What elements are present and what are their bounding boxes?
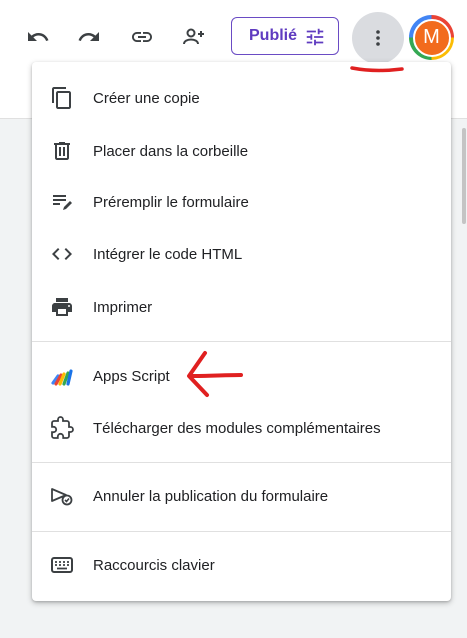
menu-item-addons[interactable]: Télécharger des modules complémentaires — [32, 406, 451, 450]
menu-item-trash[interactable]: Placer dans la corbeille — [32, 129, 451, 173]
menu-item-label: Raccourcis clavier — [93, 556, 215, 574]
menu-item-embed-html[interactable]: Intégrer le code HTML — [32, 232, 451, 276]
menu-item-label: Créer une copie — [93, 89, 200, 107]
apps-script-icon — [50, 364, 74, 388]
menu-divider — [32, 531, 451, 532]
unpublish-icon — [50, 484, 74, 508]
keyboard-icon — [50, 553, 74, 577]
menu-item-label: Préremplir le formulaire — [93, 193, 249, 211]
menu-item-label: Apps Script — [93, 367, 170, 385]
menu-item-keyboard-shortcuts[interactable]: Raccourcis clavier — [32, 543, 451, 587]
publish-label: Publié — [249, 27, 298, 44]
more-options-menu: Créer une copie Placer dans la corbeille… — [32, 62, 451, 601]
menu-item-label: Intégrer le code HTML — [93, 245, 243, 263]
menu-item-label: Télécharger des modules complémentaires — [93, 419, 381, 437]
menu-item-prefill[interactable]: Préremplir le formulaire — [32, 180, 451, 224]
page-scrollbar[interactable] — [462, 128, 466, 224]
more-options-button[interactable] — [352, 12, 404, 64]
menu-item-unpublish[interactable]: Annuler la publication du formulaire — [32, 474, 451, 518]
person-add-icon[interactable] — [179, 22, 209, 52]
puzzle-icon — [50, 416, 74, 440]
menu-item-print[interactable]: Imprimer — [32, 285, 451, 329]
more-vert-icon — [376, 30, 380, 46]
link-icon[interactable] — [127, 22, 157, 52]
menu-item-make-copy[interactable]: Créer une copie — [32, 76, 451, 120]
print-icon — [50, 295, 74, 319]
menu-item-label: Imprimer — [93, 298, 153, 316]
menu-item-label: Annuler la publication du formulaire — [93, 487, 329, 505]
menu-item-apps-script[interactable]: Apps Script — [32, 354, 451, 398]
menu-item-label: Placer dans la corbeille — [93, 142, 249, 160]
account-avatar[interactable]: M — [409, 15, 454, 60]
copy-icon — [50, 86, 74, 110]
undo-icon[interactable] — [23, 22, 53, 52]
tune-icon — [306, 28, 324, 46]
redo-icon[interactable] — [74, 22, 104, 52]
publish-button[interactable]: Publié — [231, 17, 339, 55]
trash-icon — [50, 139, 74, 163]
code-icon — [50, 242, 74, 266]
menu-divider — [32, 341, 451, 342]
menu-divider — [32, 462, 451, 463]
avatar-letter: M — [412, 18, 451, 57]
prefill-icon — [50, 190, 74, 214]
